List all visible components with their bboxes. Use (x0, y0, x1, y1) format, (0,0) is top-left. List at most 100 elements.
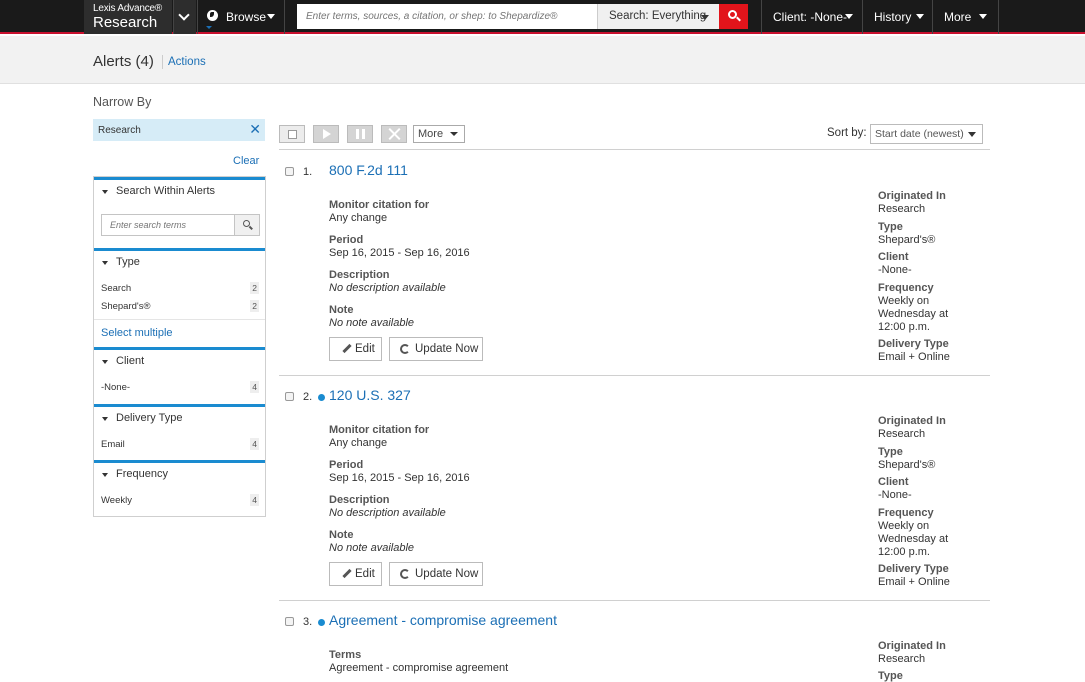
client-label: Client (878, 251, 909, 263)
results-toolbar: More Sort by: Start date (newest) (279, 120, 990, 150)
type-value: Shepard's® (878, 234, 936, 246)
description-value: No description available (329, 507, 446, 519)
logo-product-text: Research (93, 14, 158, 31)
page-header: Alerts (4) Actions (0, 36, 1085, 84)
select-multiple-link[interactable]: Select multiple (101, 327, 173, 339)
caret-down-icon (102, 360, 108, 364)
update-now-label: Update Now (415, 343, 479, 355)
facet-option-none[interactable]: -None- 4 (101, 381, 259, 393)
sort-by-select[interactable]: Start date (newest) (870, 124, 983, 144)
delivery-type-label: Delivery Type (878, 563, 949, 575)
checkbox-icon (288, 130, 297, 139)
facet-option-shepards[interactable]: Shepard's® 2 (101, 300, 259, 312)
alert-select-checkbox[interactable] (285, 392, 294, 401)
monitor-value: Any change (329, 437, 388, 449)
facet-delivery-type: Delivery Type Email 4 (94, 404, 265, 460)
facet-delivery-type-header[interactable]: Delivery Type (94, 407, 265, 429)
facet-search-within-header[interactable]: Search Within Alerts (94, 180, 265, 202)
update-now-button[interactable]: Update Now (389, 337, 483, 361)
update-now-button[interactable]: Update Now (389, 562, 483, 586)
caret-down-icon (102, 261, 108, 265)
originated-value: Research (878, 428, 926, 440)
search-scope-dropdown[interactable]: Search: Everything (597, 4, 719, 29)
note-label: Note (329, 529, 354, 541)
facet-option-count: 4 (250, 438, 259, 450)
search-button[interactable] (719, 4, 748, 29)
type-label: Type (878, 670, 903, 682)
client-value: -None- (878, 264, 912, 276)
resume-alerts-button[interactable] (313, 125, 339, 143)
edit-alert-button[interactable]: Edit (329, 562, 382, 586)
alert-select-checkbox[interactable] (285, 167, 294, 176)
alert-title-link[interactable]: Agreement - compromise agreement (329, 612, 557, 628)
more-actions-dropdown[interactable]: More (413, 125, 465, 143)
more-menu-button[interactable]: More (932, 0, 999, 34)
search-within-button[interactable] (235, 214, 260, 236)
period-label: Period (329, 234, 364, 246)
clear-filters-link[interactable]: Clear (233, 155, 259, 167)
search-scope-label: Search: Everything (609, 10, 707, 22)
delivery-type-value: Email + Online (878, 351, 950, 363)
actions-dropdown[interactable]: Actions (168, 56, 206, 68)
active-filter-label: Research (98, 125, 141, 136)
facet-heading: Frequency (116, 468, 168, 480)
browse-label: Browse (226, 10, 267, 24)
alert-title-link[interactable]: 120 U.S. 327 (329, 387, 411, 403)
globe-icon (207, 10, 218, 21)
monitor-label: Monitor citation for (329, 424, 430, 436)
refresh-icon (400, 569, 410, 579)
facet-option-email[interactable]: Email 4 (101, 438, 259, 450)
active-filter-chip: Research ✕ (93, 119, 265, 141)
type-label: Type (878, 446, 903, 458)
facet-frequency-header[interactable]: Frequency (94, 463, 265, 485)
delivery-type-value: Email + Online (878, 576, 950, 588)
alert-result-item: 3. Agreement - compromise agreement Term… (279, 612, 990, 682)
product-switcher-button[interactable] (173, 0, 196, 34)
alert-result-item: 2. 120 U.S. 327 Monitor citation for Any… (279, 387, 990, 601)
facet-heading: Client (116, 355, 145, 367)
frequency-value: Wednesday at (878, 533, 949, 545)
caret-down-icon (968, 132, 976, 137)
facet-option-label: Email (101, 439, 125, 450)
facet-search-within: Search Within Alerts (94, 177, 265, 248)
play-icon (323, 129, 331, 139)
logo-brand-text: Lexis Advance® (93, 3, 163, 14)
alert-result-item: 1. 800 F.2d 111 Monitor citation for Any… (279, 162, 990, 376)
type-value: Shepard's® (878, 459, 936, 471)
main-search-input[interactable] (297, 4, 597, 29)
unread-dot-icon (318, 394, 325, 401)
frequency-value: Weekly on (878, 295, 930, 307)
originated-label: Originated In (878, 640, 946, 652)
period-value: Sep 16, 2015 - Sep 16, 2016 (329, 472, 470, 484)
facet-option-search[interactable]: Search 2 (101, 282, 259, 294)
edit-alert-button[interactable]: Edit (329, 337, 382, 361)
caret-down-icon (701, 15, 709, 20)
top-navigation-bar: Lexis Advance® Research Browse Search: E… (0, 0, 1085, 34)
facet-option-label: Weekly (101, 495, 132, 506)
period-label: Period (329, 459, 364, 471)
history-menu-label: History (874, 10, 912, 24)
edit-label: Edit (355, 568, 375, 580)
client-menu-button[interactable]: Client: -None- (761, 0, 862, 34)
alert-title-link[interactable]: 800 F.2d 111 (329, 162, 408, 178)
delete-alerts-button[interactable] (381, 125, 407, 143)
chevron-down-icon (178, 9, 190, 21)
select-all-checkbox[interactable] (279, 125, 305, 143)
alert-select-checkbox[interactable] (285, 617, 294, 626)
page-title: Alerts (4) (93, 53, 154, 70)
history-menu-button[interactable]: History (862, 0, 932, 34)
originated-label: Originated In (878, 415, 946, 427)
update-now-label: Update Now (415, 568, 479, 580)
search-within-input[interactable] (101, 214, 235, 236)
description-label: Description (329, 269, 390, 281)
facet-option-count: 2 (250, 300, 259, 312)
edit-label: Edit (355, 343, 375, 355)
originated-value: Research (878, 203, 926, 215)
pause-alerts-button[interactable] (347, 125, 373, 143)
facet-client-header[interactable]: Client (94, 350, 265, 372)
facet-type-header[interactable]: Type (94, 251, 265, 273)
close-icon[interactable]: ✕ (249, 121, 261, 137)
lexis-advance-logo[interactable]: Lexis Advance® Research (84, 0, 172, 34)
frequency-value: 12:00 p.m. (878, 546, 930, 558)
facet-option-weekly[interactable]: Weekly 4 (101, 494, 259, 506)
